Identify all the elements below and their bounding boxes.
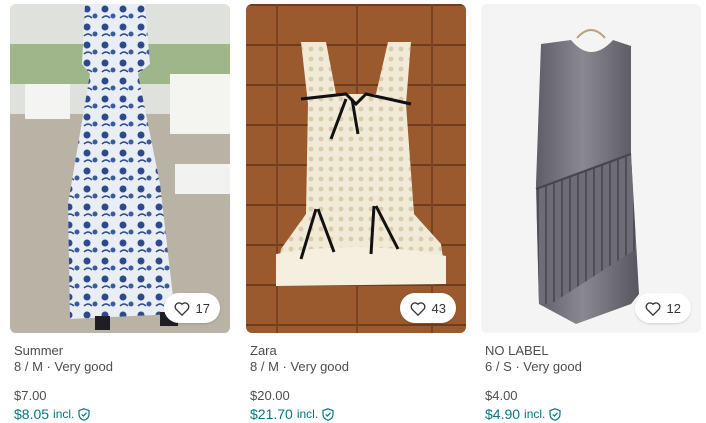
incl-label: incl. — [296, 407, 319, 421]
item-brand: NO LABEL — [485, 343, 549, 358]
shield-check-icon — [549, 408, 561, 421]
item-total-price[interactable]: $4.90 incl. — [485, 406, 697, 423]
grey-satin-dress-photo — [481, 4, 701, 333]
heart-icon — [645, 301, 660, 316]
shield-check-icon — [322, 408, 334, 421]
favorite-button[interactable]: 17 — [163, 293, 220, 323]
item-info: Zara 8 / M · Very good $20.00 $21.70 inc… — [246, 343, 466, 423]
item-price: $4.00 — [485, 388, 518, 403]
item-details: 8 / M · Very good — [250, 359, 349, 374]
favorite-count: 43 — [431, 300, 446, 316]
favorite-count: 17 — [195, 300, 210, 316]
item-details: 8 / M · Very good — [14, 359, 113, 374]
favorite-button[interactable]: 43 — [399, 293, 456, 323]
heart-icon — [410, 301, 425, 316]
favorite-button[interactable]: 12 — [634, 293, 691, 323]
item-info: NO LABEL 6 / S · Very good $4.00 $4.90 i… — [481, 343, 701, 423]
lace-dress-photo — [246, 4, 466, 333]
item-card[interactable]: 17 Summer 8 / M · Very good $7.00 $8.05 … — [10, 4, 230, 423]
item-card[interactable]: 12 NO LABEL 6 / S · Very good $4.00 $4.9… — [481, 4, 701, 423]
item-total-amount: $21.70 — [250, 406, 293, 422]
incl-label: incl. — [524, 407, 546, 421]
item-total-price[interactable]: $21.70 incl. — [250, 406, 462, 423]
item-price: $7.00 — [14, 388, 47, 403]
item-info: Summer 8 / M · Very good $7.00 $8.05 inc… — [10, 343, 230, 423]
item-brand: Zara — [250, 343, 277, 358]
item-details: 6 / S · Very good — [485, 359, 582, 374]
favorite-count: 12 — [666, 300, 681, 316]
blue-floral-dress-photo — [10, 4, 230, 333]
incl-label: incl. — [53, 407, 75, 421]
item-brand: Summer — [14, 343, 64, 358]
item-photo[interactable]: 12 — [481, 4, 701, 333]
item-total-amount: $8.05 — [14, 406, 50, 422]
heart-icon — [174, 301, 189, 316]
item-card[interactable]: 43 Zara 8 / M · Very good $20.00 $21.70 … — [246, 4, 466, 423]
item-total-amount: $4.90 — [485, 406, 521, 422]
item-total-price[interactable]: $8.05 incl. — [14, 406, 226, 423]
shield-check-icon — [78, 408, 90, 421]
item-grid: 17 Summer 8 / M · Very good $7.00 $8.05 … — [0, 0, 706, 423]
item-photo[interactable]: 17 — [10, 4, 230, 333]
item-price: $20.00 — [250, 388, 290, 403]
item-photo[interactable]: 43 — [246, 4, 466, 333]
